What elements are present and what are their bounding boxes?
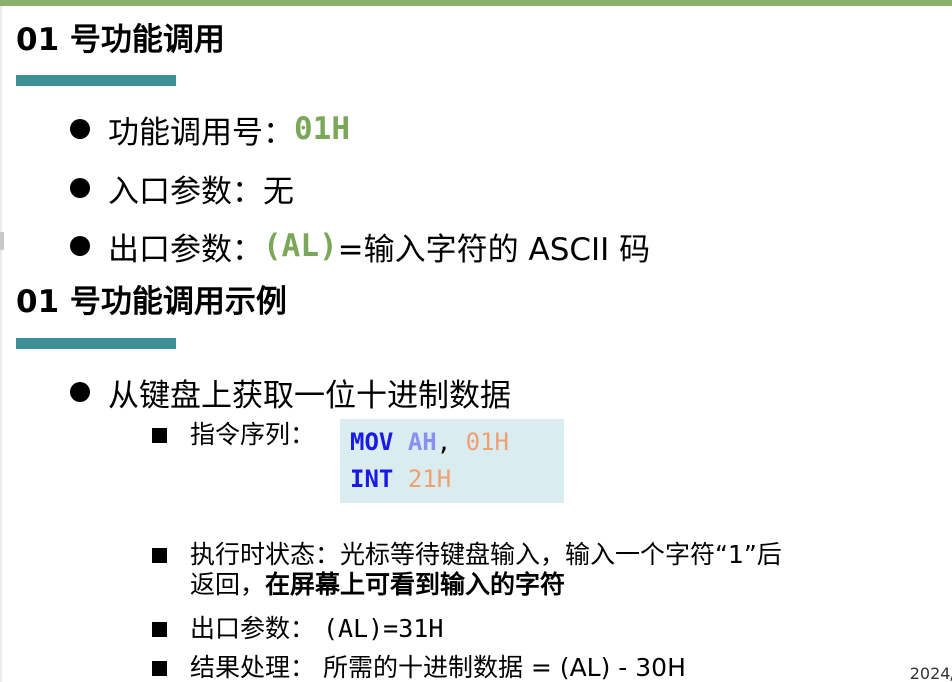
state-line-2: 返回，在屏幕上可看到输入的字符: [190, 570, 565, 600]
footer-date: 2024/1: [909, 664, 952, 682]
square-bullet: [152, 428, 167, 443]
bullet-example: 从键盘上获取一位十进制数据: [70, 372, 511, 414]
exit-label: 出口参数：: [190, 614, 316, 643]
code-value: 21H: [407, 465, 452, 493]
function-number-value: 01H: [294, 111, 350, 147]
bullet-entry-params: 入口参数：无: [70, 168, 294, 210]
result-label: 结果处理：: [190, 653, 316, 682]
section2-title: 01 号功能调用示例: [16, 284, 287, 320]
bullet-dot: [70, 178, 90, 198]
state-line-1: 执行时状态：光标等待键盘输入，输入一个字符“1”后: [190, 540, 782, 569]
top-accent-bar: [0, 0, 952, 6]
code-separator: ,: [436, 428, 452, 456]
result-value: 所需的十进制数据 = (AL) - 30H: [322, 653, 686, 682]
bullet-function-number: 功能调用号： 01H: [70, 109, 350, 151]
square-bullet: [152, 661, 167, 676]
bullet-label: 从键盘上获取一位十进制数据: [108, 377, 511, 414]
left-edge-line: [0, 6, 2, 682]
bullet-dot: [70, 382, 90, 402]
bullet-dot: [70, 119, 90, 139]
exit-params-suffix: =输入字符的 ASCII 码: [337, 231, 651, 268]
code-block: MOV AH, 01H INT 21H: [340, 419, 564, 503]
bullet-label: 功能调用号：: [108, 114, 294, 151]
code-op: INT: [350, 465, 394, 493]
state-line-2-prefix: 返回，: [190, 570, 266, 599]
section2-title-underline: [16, 338, 176, 349]
code-line-1: MOV AH, 01H: [350, 427, 509, 457]
code-value: 01H: [465, 428, 509, 456]
result-text: 结果处理： 所需的十进制数据 = (AL) - 30H: [190, 653, 686, 682]
square-bullet: [152, 548, 167, 563]
exit-value: (AL)=31H: [322, 614, 444, 643]
exit-register-value: (AL): [263, 228, 338, 264]
section1-title: 01 号功能调用: [16, 22, 225, 58]
code-line-2: INT 21H: [350, 464, 451, 494]
left-edge-marker: [0, 232, 4, 250]
code-register: AH: [407, 428, 437, 456]
bullet-label: 入口参数：无: [108, 173, 294, 210]
section1-title-underline: [16, 75, 176, 86]
state-line-2-bold: 在屏幕上可看到输入的字符: [265, 570, 566, 599]
bullet-exit-params: 出口参数： (AL) =输入字符的 ASCII 码: [70, 226, 651, 268]
square-bullet: [152, 622, 167, 637]
bullet-dot: [70, 236, 90, 256]
code-op: MOV: [350, 428, 394, 456]
exit-text: 出口参数： (AL)=31H: [190, 614, 443, 644]
instructions-label: 指令序列：: [190, 420, 316, 449]
bullet-label: 出口参数：: [108, 231, 263, 268]
